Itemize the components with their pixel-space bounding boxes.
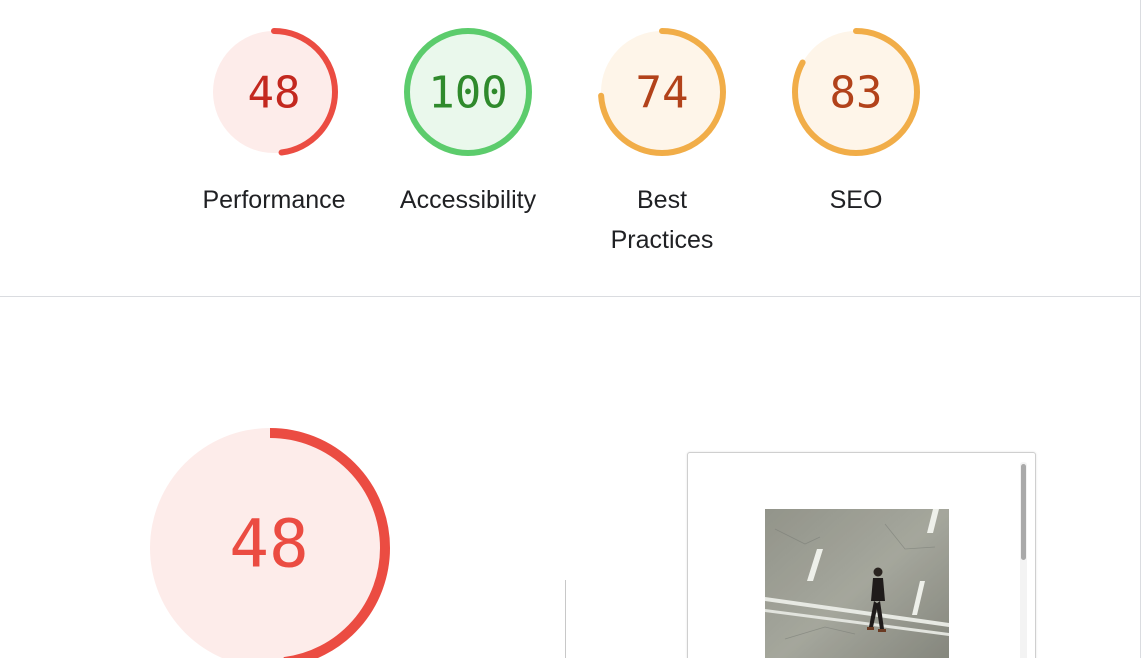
performance-gauge-ring: 48	[210, 28, 338, 156]
accessibility-gauge-ring: 100	[404, 28, 532, 156]
seo-score: 83	[830, 68, 883, 119]
main-performance-gauge[interactable]: 48	[145, 423, 395, 658]
best-practices-gauge[interactable]: 74 Best Practices	[579, 26, 745, 260]
seo-gauge-ring: 83	[792, 28, 920, 156]
best-practices-gauge-ring: 74	[598, 28, 726, 156]
final-screenshot-frame	[687, 452, 1036, 658]
lighthouse-report: 48 Performance 100 Accessibility 74 Best…	[0, 0, 1148, 658]
best-practices-label: Best Practices	[610, 186, 714, 254]
seo-label: SEO	[829, 186, 883, 214]
section-divider	[0, 296, 1141, 297]
page-edge-divider	[1140, 0, 1141, 658]
seo-gauge[interactable]: 83 SEO	[773, 26, 939, 220]
best-practices-score: 74	[636, 68, 689, 119]
screenshot-scrollbar-thumb[interactable]	[1021, 464, 1026, 560]
accessibility-score: 100	[428, 68, 507, 119]
screenshot-scrollbar[interactable]	[1020, 462, 1027, 658]
performance-label: Performance	[202, 186, 346, 214]
accessibility-label: Accessibility	[399, 186, 537, 214]
performance-score: 48	[248, 68, 301, 119]
main-performance-score: 48	[229, 506, 308, 583]
accessibility-gauge[interactable]: 100 Accessibility	[385, 26, 551, 220]
street-photo-thumbnail-icon	[765, 509, 949, 658]
performance-gauge[interactable]: 48 Performance	[191, 26, 357, 220]
column-divider	[565, 580, 566, 658]
